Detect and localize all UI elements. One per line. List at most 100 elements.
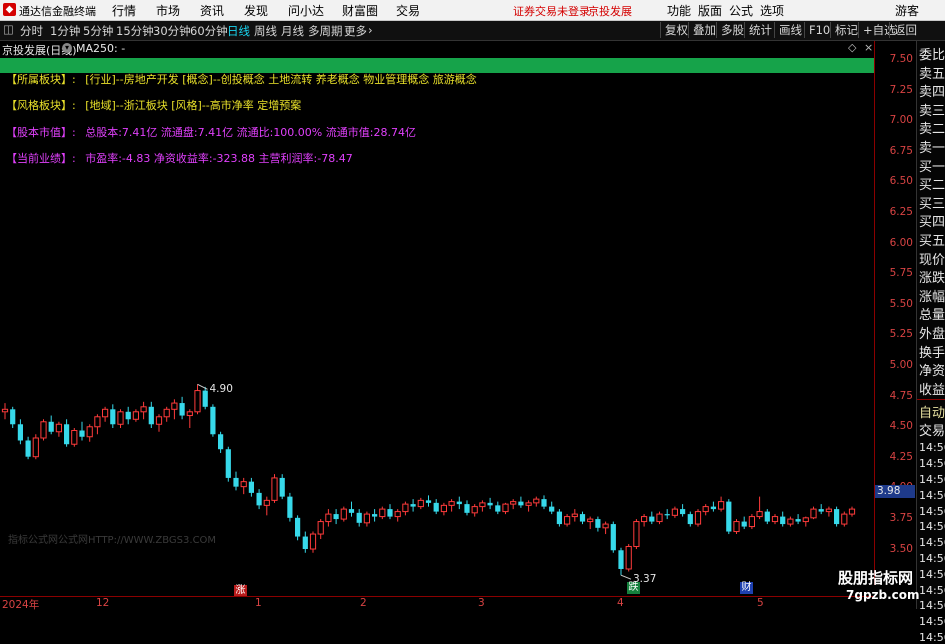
menu-wealth[interactable]: 财富圈	[342, 2, 378, 19]
candle[interactable]	[571, 509, 578, 522]
candle[interactable]	[256, 489, 262, 510]
candle[interactable]	[518, 496, 524, 508]
candle[interactable]	[40, 419, 47, 441]
candle[interactable]	[579, 511, 586, 525]
tab-trade-detail[interactable]: 交易	[919, 420, 945, 439]
candle[interactable]	[394, 509, 401, 522]
candle[interactable]	[333, 509, 339, 525]
candle[interactable]	[340, 506, 347, 522]
candle[interactable]	[325, 509, 332, 527]
candle[interactable]	[756, 496, 763, 520]
candlestick-chart[interactable]	[0, 41, 874, 596]
panel-toggle-icon[interactable]: ◫	[3, 22, 14, 36]
candle[interactable]	[595, 516, 601, 532]
candle[interactable]	[533, 496, 540, 507]
candle[interactable]	[464, 500, 470, 516]
candle[interactable]	[664, 509, 670, 520]
candle[interactable]	[525, 500, 532, 512]
candle[interactable]	[471, 504, 478, 517]
candle[interactable]	[71, 428, 78, 447]
candle[interactable]	[186, 409, 193, 429]
candle[interactable]	[802, 516, 809, 527]
candle[interactable]	[64, 419, 70, 447]
candle[interactable]	[94, 414, 101, 435]
candle[interactable]	[125, 406, 131, 425]
candle[interactable]	[79, 421, 85, 441]
candle[interactable]	[448, 499, 455, 512]
candle[interactable]	[810, 506, 817, 520]
candle[interactable]	[502, 502, 509, 515]
candle[interactable]	[295, 515, 301, 541]
candle[interactable]	[155, 414, 163, 432]
candle[interactable]	[110, 404, 116, 429]
candle[interactable]	[402, 501, 409, 516]
guest-user[interactable]: 游客	[895, 2, 919, 19]
period-5min[interactable]: 5分钟	[83, 23, 113, 39]
period-daily[interactable]: 日线	[227, 23, 250, 39]
candle[interactable]	[271, 474, 278, 503]
candle[interactable]	[287, 492, 293, 522]
candle[interactable]	[140, 401, 147, 420]
more-arrow-icon[interactable]: ›	[368, 23, 373, 37]
candle[interactable]	[641, 514, 648, 527]
candle[interactable]	[587, 516, 594, 530]
candle[interactable]	[194, 384, 201, 415]
tab-auto[interactable]: 自动	[919, 402, 945, 421]
candle[interactable]	[825, 506, 832, 517]
candle[interactable]	[656, 511, 663, 525]
candle[interactable]	[795, 514, 801, 525]
candle[interactable]	[348, 501, 355, 517]
period-30min[interactable]: 30分钟	[153, 23, 191, 39]
candle[interactable]	[171, 399, 178, 420]
candle[interactable]	[372, 509, 378, 522]
candle[interactable]	[748, 514, 755, 530]
candle[interactable]	[764, 509, 770, 525]
candle[interactable]	[48, 415, 54, 435]
candle[interactable]	[302, 531, 308, 553]
candle[interactable]	[425, 495, 432, 507]
candle[interactable]	[202, 386, 208, 410]
candle[interactable]	[263, 496, 270, 516]
candle[interactable]	[233, 471, 239, 491]
candle[interactable]	[610, 521, 616, 553]
candle[interactable]	[841, 511, 848, 527]
candle[interactable]	[317, 519, 324, 540]
candle[interactable]	[541, 495, 547, 510]
candle[interactable]	[1, 403, 9, 420]
candle[interactable]	[848, 506, 856, 517]
candle[interactable]	[210, 404, 216, 437]
candle[interactable]	[309, 531, 317, 553]
period-more[interactable]: 更多	[344, 23, 367, 39]
marker-finance[interactable]: 财	[740, 582, 753, 594]
candle[interactable]	[602, 521, 609, 535]
candle[interactable]	[179, 396, 185, 420]
candle[interactable]	[787, 516, 794, 527]
menu-news[interactable]: 资讯	[200, 2, 224, 19]
candle[interactable]	[834, 506, 840, 527]
period-weekly[interactable]: 周线	[254, 23, 277, 39]
candle[interactable]	[625, 544, 632, 572]
candle[interactable]	[248, 477, 254, 497]
candle[interactable]	[32, 434, 39, 460]
candle[interactable]	[495, 501, 501, 515]
menu-layout[interactable]: 版面	[698, 2, 722, 19]
candle[interactable]	[618, 547, 624, 576]
candle[interactable]	[25, 436, 31, 460]
candle[interactable]	[55, 421, 62, 437]
candle[interactable]	[363, 511, 370, 527]
candle[interactable]	[410, 499, 416, 512]
login-warning[interactable]: 证券交易未登录	[513, 3, 590, 19]
candle[interactable]	[633, 519, 640, 550]
candle[interactable]	[549, 501, 555, 515]
menu-xiaoda[interactable]: 问小达	[288, 2, 324, 19]
btn-draw[interactable]: 画线	[774, 22, 806, 38]
candle[interactable]	[479, 500, 486, 512]
candle[interactable]	[225, 446, 231, 482]
candle[interactable]	[671, 506, 678, 518]
candle[interactable]	[240, 477, 247, 495]
menu-discover[interactable]: 发现	[244, 2, 268, 19]
candle[interactable]	[117, 409, 124, 429]
candle[interactable]	[741, 516, 747, 530]
candle[interactable]	[456, 496, 462, 510]
candle[interactable]	[818, 504, 824, 515]
